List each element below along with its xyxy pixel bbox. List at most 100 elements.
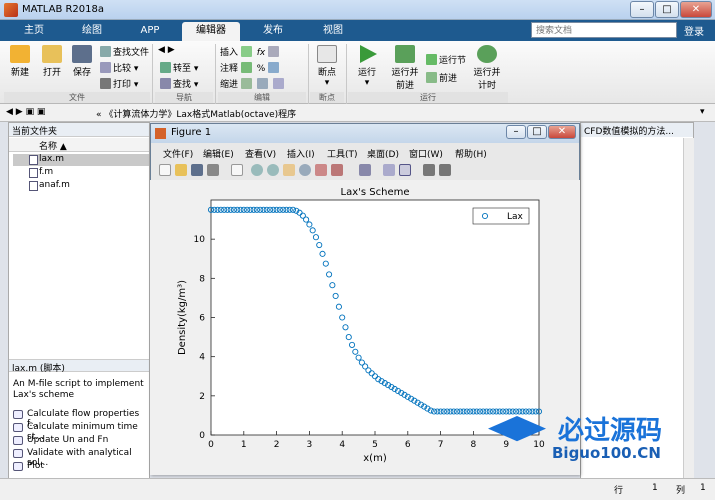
tab-view[interactable]: 视图 — [310, 22, 356, 41]
legend-icon[interactable] — [399, 164, 411, 176]
data-cursor-icon[interactable] — [315, 164, 327, 176]
nav-arrows-icon[interactable]: ◀ ▶ ▣ ▣ — [6, 107, 45, 117]
y-tick-label: 0 — [199, 431, 205, 441]
tab-plots[interactable]: 绘图 — [70, 22, 114, 41]
menu-insert[interactable]: 插入(I) — [287, 147, 315, 160]
link-icon[interactable] — [359, 164, 371, 176]
minimize-button[interactable]: – — [630, 1, 654, 18]
menu-desktop[interactable]: 桌面(D) — [367, 147, 399, 160]
y-tick-label: 4 — [199, 353, 205, 363]
menu-view[interactable]: 查看(V) — [245, 147, 276, 160]
zoom-out-icon[interactable] — [267, 164, 279, 176]
figure-close-button[interactable]: ✕ — [548, 125, 576, 139]
menu-edit[interactable]: 编辑(E) — [203, 147, 234, 160]
maximize-button[interactable]: □ — [655, 1, 679, 18]
goto-button[interactable]: 转至 ▾ — [160, 61, 198, 74]
legend-label: Lax — [507, 212, 524, 222]
figure-minimize-button[interactable]: – — [506, 125, 526, 139]
details-item[interactable]: Update Un and Fn — [13, 435, 108, 445]
save-button[interactable]: 保存 — [68, 45, 96, 78]
figure-title: Figure 1 — [171, 127, 212, 138]
new-figure-icon[interactable] — [159, 164, 171, 176]
uncomment-icon — [268, 62, 280, 73]
compare-button[interactable]: 比较 ▾ — [100, 61, 138, 74]
rotate-icon[interactable] — [299, 164, 311, 176]
x-axis-label: x(m) — [363, 453, 387, 464]
breakpoints-button[interactable]: 断点 ▾ — [312, 45, 342, 88]
menu-file[interactable]: 文件(F) — [163, 147, 193, 160]
advance-button[interactable]: 前进 — [426, 71, 457, 84]
brush-icon[interactable] — [331, 164, 343, 176]
section-icon — [13, 436, 23, 445]
watermark-subtitle: Biguo100.CN — [552, 444, 661, 462]
watermark-title: 必过源码 — [558, 416, 663, 446]
save-icon — [72, 45, 92, 63]
address-bar: ◀ ▶ ▣ ▣ « 《计算流体力学》Lax格式Matlab(octave)程序 … — [0, 104, 715, 122]
close-button[interactable]: ✕ — [680, 1, 712, 18]
show-tools-icon[interactable] — [439, 164, 451, 176]
function-icon — [268, 46, 280, 57]
details-description: An M-file script to implement Lax's sche… — [13, 379, 144, 400]
figure-icon — [155, 128, 166, 139]
row-value: 1 — [652, 483, 658, 493]
find-button[interactable]: 查找 ▾ — [160, 77, 198, 90]
m-file-icon — [29, 181, 38, 191]
indent-button[interactable]: 缩进 — [220, 77, 286, 90]
address-dropdown-icon[interactable]: ▾ — [700, 107, 705, 117]
x-tick-label: 5 — [372, 440, 378, 450]
smart-indent-icon — [272, 78, 284, 89]
find-files-icon — [100, 46, 111, 57]
file-item[interactable]: anaf.m — [13, 180, 149, 192]
breakpoint-icon — [317, 45, 337, 63]
login-link[interactable]: 登录 — [684, 23, 704, 38]
menu-help[interactable]: 帮助(H) — [455, 147, 487, 160]
chart-title: Lax's Scheme — [341, 187, 410, 198]
pointer-icon[interactable] — [231, 164, 243, 176]
title-bar: MATLAB R2018a – □ ✕ — [0, 0, 715, 20]
print-button[interactable]: 打印 ▾ — [100, 77, 138, 90]
col-label: 列 — [676, 486, 686, 496]
menu-tools[interactable]: 工具(T) — [327, 147, 358, 160]
figure-maximize-button[interactable]: □ — [527, 125, 547, 139]
find-icon — [160, 78, 171, 89]
details-item[interactable]: Plot — [13, 461, 44, 471]
matlab-logo-icon — [4, 3, 18, 17]
tab-publish[interactable]: 发布 — [250, 22, 296, 41]
nav-back-button[interactable]: ◀ ▶ — [158, 45, 175, 55]
column-header[interactable]: 名称 ▲ — [9, 138, 149, 152]
save-icon[interactable] — [191, 164, 203, 176]
menu-window[interactable]: 窗口(W) — [409, 147, 443, 160]
compare-icon — [100, 62, 111, 73]
insert-button[interactable]: 插入 fx — [220, 45, 281, 58]
tab-home[interactable]: 主页 — [14, 22, 54, 41]
run-section-button[interactable]: 运行节 — [426, 53, 466, 66]
new-button[interactable]: 新建 — [6, 45, 34, 78]
search-input[interactable] — [531, 22, 677, 38]
open-button[interactable]: 打开 — [38, 45, 66, 78]
open-icon[interactable] — [175, 164, 187, 176]
edit-group-label: 编辑 — [218, 92, 306, 103]
find-files-button[interactable]: 查找文件 — [100, 45, 149, 58]
print-icon[interactable] — [207, 164, 219, 176]
hide-tools-icon[interactable] — [423, 164, 435, 176]
address-path[interactable]: « 《计算流体力学》Lax格式Matlab(octave)程序 — [96, 107, 296, 120]
zoom-in-icon[interactable] — [251, 164, 263, 176]
vertical-scrollbar[interactable] — [683, 138, 694, 494]
tab-apps[interactable]: APP — [128, 22, 172, 41]
y-tick-label: 6 — [199, 314, 205, 324]
x-tick-label: 8 — [471, 440, 477, 450]
file-item[interactable]: lax.m — [13, 154, 149, 166]
run-button[interactable]: 运行 ▾ — [352, 45, 382, 88]
separator — [215, 44, 216, 104]
tab-editor[interactable]: 编辑器 — [182, 22, 240, 41]
y-tick-label: 10 — [194, 235, 206, 245]
pan-icon[interactable] — [283, 164, 295, 176]
file-item[interactable]: f.m — [13, 167, 149, 179]
comment-button[interactable]: 注释 % — [220, 61, 281, 74]
section-icon — [13, 449, 23, 458]
colorbar-icon[interactable] — [383, 164, 395, 176]
run-time-button[interactable]: 运行并计时 — [470, 45, 504, 91]
run-advance-button[interactable]: 运行并前进 — [388, 45, 422, 91]
watermark-logo: 必过源码 Biguo100.CN — [488, 408, 678, 468]
editor-tab[interactable]: CFD数值模拟的方法... — [581, 123, 693, 137]
